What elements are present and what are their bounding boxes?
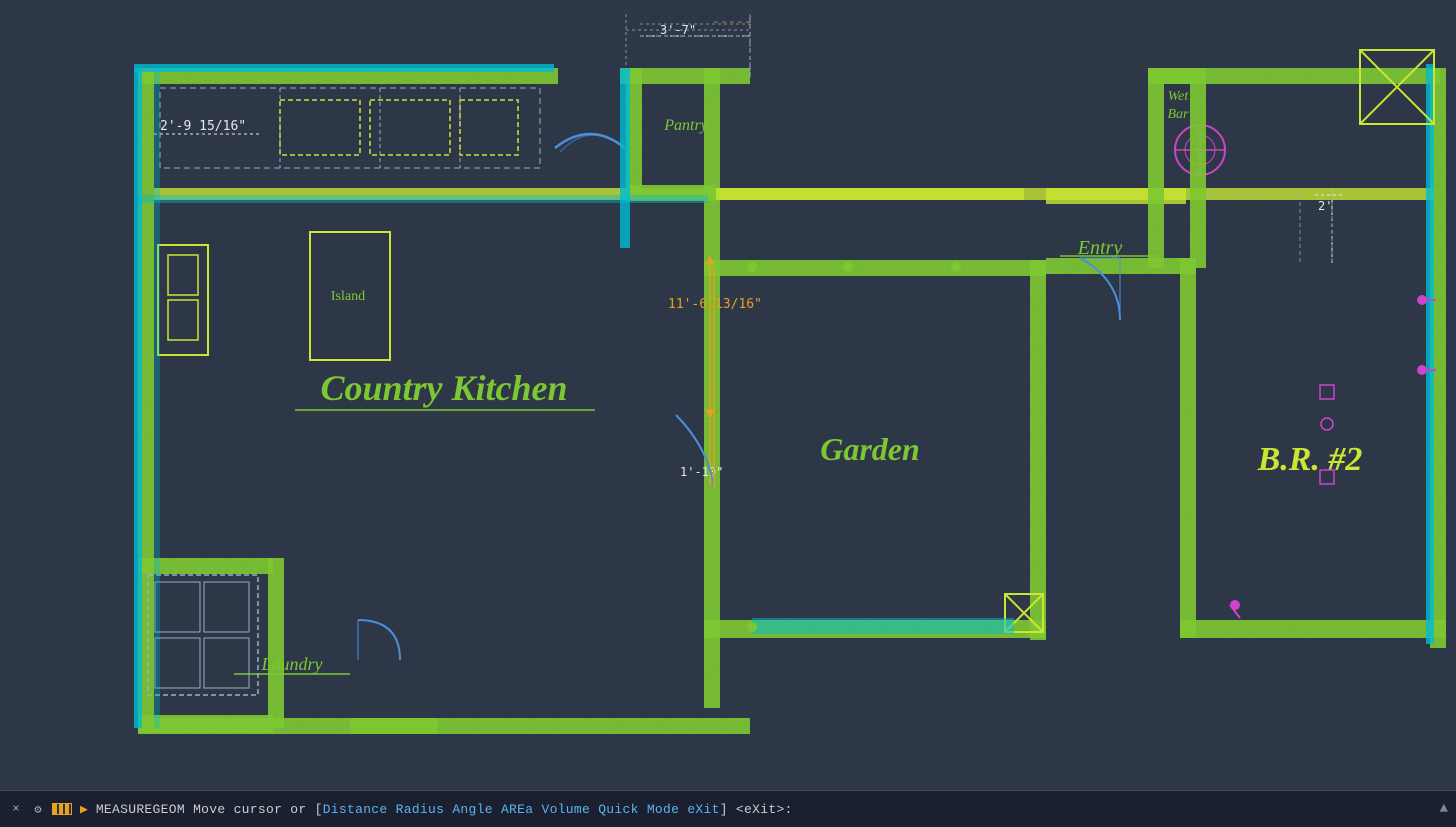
option-volume[interactable]: Volume	[541, 802, 590, 817]
suffix: ] <eXit>:	[720, 802, 793, 817]
wet-bar-label2: Bar	[1168, 107, 1190, 122]
option-quick[interactable]: Quick	[598, 802, 639, 817]
dim-right: 2'	[1318, 199, 1332, 213]
measure-indicator: ▶	[80, 802, 88, 817]
country-kitchen-label: Country Kitchen	[320, 368, 567, 408]
option-angle[interactable]: Angle	[452, 802, 493, 817]
option-distance[interactable]: Distance	[323, 802, 388, 817]
space6	[639, 802, 647, 817]
command-prompt: Move cursor or [	[193, 802, 323, 817]
garden-label: Garden	[820, 431, 920, 467]
space1	[388, 802, 396, 817]
space3	[493, 802, 501, 817]
wet-bar-label: Wet	[1168, 89, 1190, 104]
command-bar: × ⚙ ▶ MEASUREGEOM Move cursor or [Distan…	[0, 790, 1456, 827]
br2-label: B.R. #2	[1257, 441, 1363, 478]
dim-vertical: 11'-6 13/16"	[668, 297, 762, 312]
command-text: MEASUREGEOM Move cursor or [Distance Rad…	[96, 802, 793, 817]
option-area[interactable]: AREa	[501, 802, 533, 817]
settings-icon[interactable]: ⚙	[30, 801, 46, 817]
floor-plan: Country Kitchen Garden Pantry Entry Wet …	[0, 0, 1456, 790]
space5	[590, 802, 598, 817]
dim-pantry-width: 3'-7"	[660, 23, 696, 37]
laundry-label: Laundry	[260, 654, 322, 674]
dim-left: 2'-9 15/16"	[160, 119, 246, 134]
scroll-up-arrow[interactable]: ▲	[1440, 801, 1448, 817]
dim-small: 1'-10"	[680, 465, 723, 479]
pantry-label: Pantry	[663, 117, 708, 134]
measure-icon	[52, 803, 72, 815]
command-name: MEASUREGEOM	[96, 802, 185, 817]
option-radius[interactable]: Radius	[396, 802, 445, 817]
close-icon[interactable]: ×	[8, 801, 24, 817]
option-exit[interactable]: eXit	[687, 802, 719, 817]
island-label: Island	[331, 289, 365, 304]
option-mode[interactable]: Mode	[647, 802, 679, 817]
